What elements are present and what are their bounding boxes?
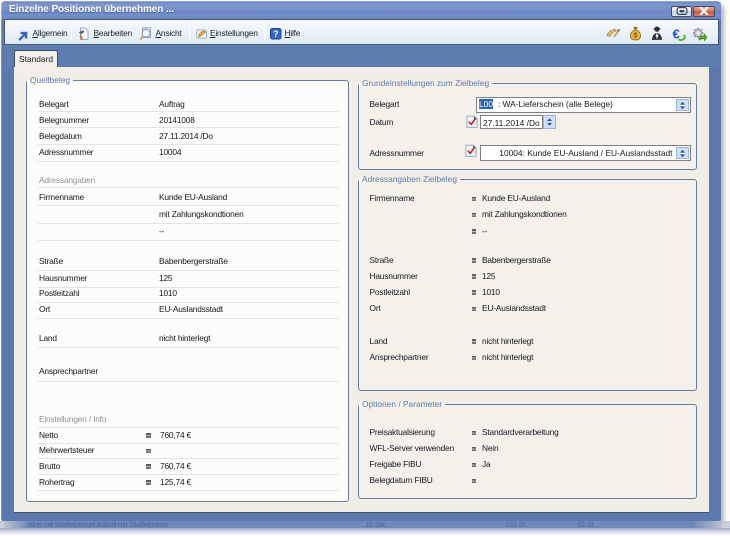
svg-text:?: ? — [273, 29, 279, 39]
svg-text:$: $ — [634, 32, 638, 39]
